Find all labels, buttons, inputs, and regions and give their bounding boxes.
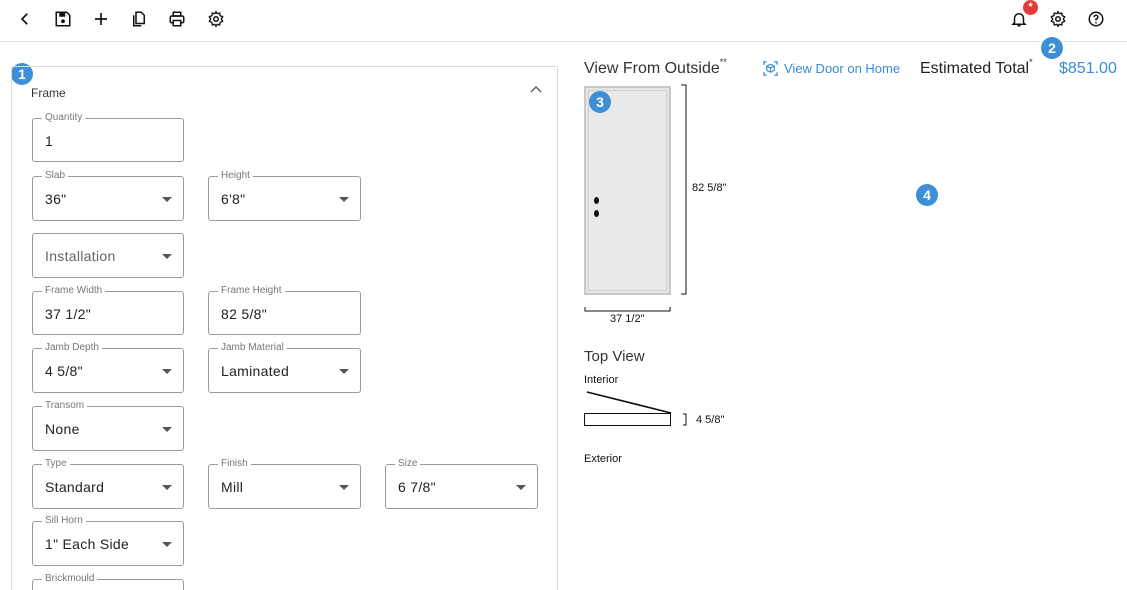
view-door-link-text: View Door on Home [784,61,901,76]
print-icon[interactable] [166,8,188,30]
estimated-total-value: $851.00 [1059,60,1117,77]
caret-down-icon [162,485,172,490]
field-label: Frame Width [42,285,106,297]
installation-select[interactable]: Installation [32,233,184,278]
caret-down-icon [339,369,349,374]
notification-badge: * [1023,0,1038,15]
settings-icon[interactable] [205,8,227,30]
add-icon[interactable] [90,8,112,30]
jamb-depth-select[interactable]: Jamb Depth 4 5/8" [32,342,184,393]
field-value: 4 5/8" [45,363,83,379]
door-width-dimension: 37 1/2" [610,313,645,325]
exterior-label: Exterior [584,453,622,465]
field-value: 1 [45,133,54,149]
top-view-title: Top View [584,348,645,365]
field-value: 82 5/8" [221,306,267,322]
caret-down-icon [162,542,172,547]
field-value: Standard [45,479,105,495]
height-select[interactable]: Height 6'8" [208,170,361,221]
caret-down-icon [162,254,172,259]
quantity-field[interactable]: Quantity 1 [32,112,184,162]
field-label: Jamb Material [218,342,287,354]
depth-dimension: 4 5/8" [696,414,725,426]
interior-label: Interior [584,374,619,386]
dimension-lines [584,84,687,312]
field-label: Brickmould [42,573,98,585]
frame-width-field[interactable]: Frame Width 37 1/2" [32,285,184,335]
chevron-up-icon[interactable] [529,83,543,97]
view-door-on-home-link[interactable]: View Door on Home [762,60,900,77]
caret-down-icon [339,485,349,490]
estimated-sup: * [1029,57,1033,67]
field-value: 6 7/8" [398,479,436,495]
field-label: Size [395,458,421,470]
panel-title: Frame [31,86,66,100]
field-value: Mill [221,479,244,495]
field-value: Laminated [221,363,290,379]
field-label: Quantity [42,112,86,124]
door-swing-line [586,391,672,414]
step-badge-4: 4 [916,184,938,206]
field-value: 36" [45,191,67,207]
finish-select[interactable]: Finish Mill [208,458,361,509]
frame-height-field[interactable]: Frame Height 82 5/8" [208,285,361,335]
slab-select[interactable]: Slab 36" [32,170,184,221]
caret-down-icon [516,485,526,490]
field-label: Slab [42,170,69,182]
sill-horn-select[interactable]: Sill Horn 1" Each Side [32,515,184,566]
field-label: Jamb Depth [42,342,102,354]
notification-icon[interactable]: * [1008,0,1038,30]
field-value: 37 1/2" [45,306,91,322]
caret-down-icon [162,427,172,432]
field-value: 6'8" [221,191,246,207]
field-label: Sill Horn [42,515,86,527]
save-icon[interactable] [52,8,74,30]
caret-down-icon [339,197,349,202]
depth-bracket [683,413,687,426]
ar-cube-icon [763,61,778,76]
copy-icon[interactable] [128,8,150,30]
estimated-total-label: Estimated Total* [920,57,1033,78]
size-select[interactable]: Size 6 7/8" [385,458,538,509]
caret-down-icon [162,197,172,202]
field-label: Transom [42,400,88,412]
jamb-material-select[interactable]: Jamb Material Laminated [208,342,361,393]
type-select[interactable]: Type Standard [32,458,184,509]
estimated-label-text: Estimated Total [920,60,1030,77]
door-height-dimension: 82 5/8" [692,182,727,194]
top-view-slab [584,413,671,426]
transom-select[interactable]: Transom None [32,400,184,451]
field-label: Type [42,458,70,470]
view-from-outside-title: View From Outside** [584,57,727,78]
view-title-text: View From Outside [584,60,720,77]
view-title-sup: ** [719,57,727,67]
back-icon[interactable] [14,8,36,30]
field-value: None [45,421,80,437]
top-toolbar: * [0,0,1127,42]
settings-icon[interactable] [1047,8,1069,30]
field-label: Frame Height [218,285,285,297]
field-label: Finish [218,458,251,470]
caret-down-icon [162,369,172,374]
brickmould-select[interactable]: Brickmould [32,573,184,590]
field-value: 1" Each Side [45,536,130,552]
field-placeholder: Installation [45,248,116,264]
help-icon[interactable] [1085,8,1107,30]
step-badge-2: 2 [1041,37,1063,59]
field-label: Height [218,170,253,182]
